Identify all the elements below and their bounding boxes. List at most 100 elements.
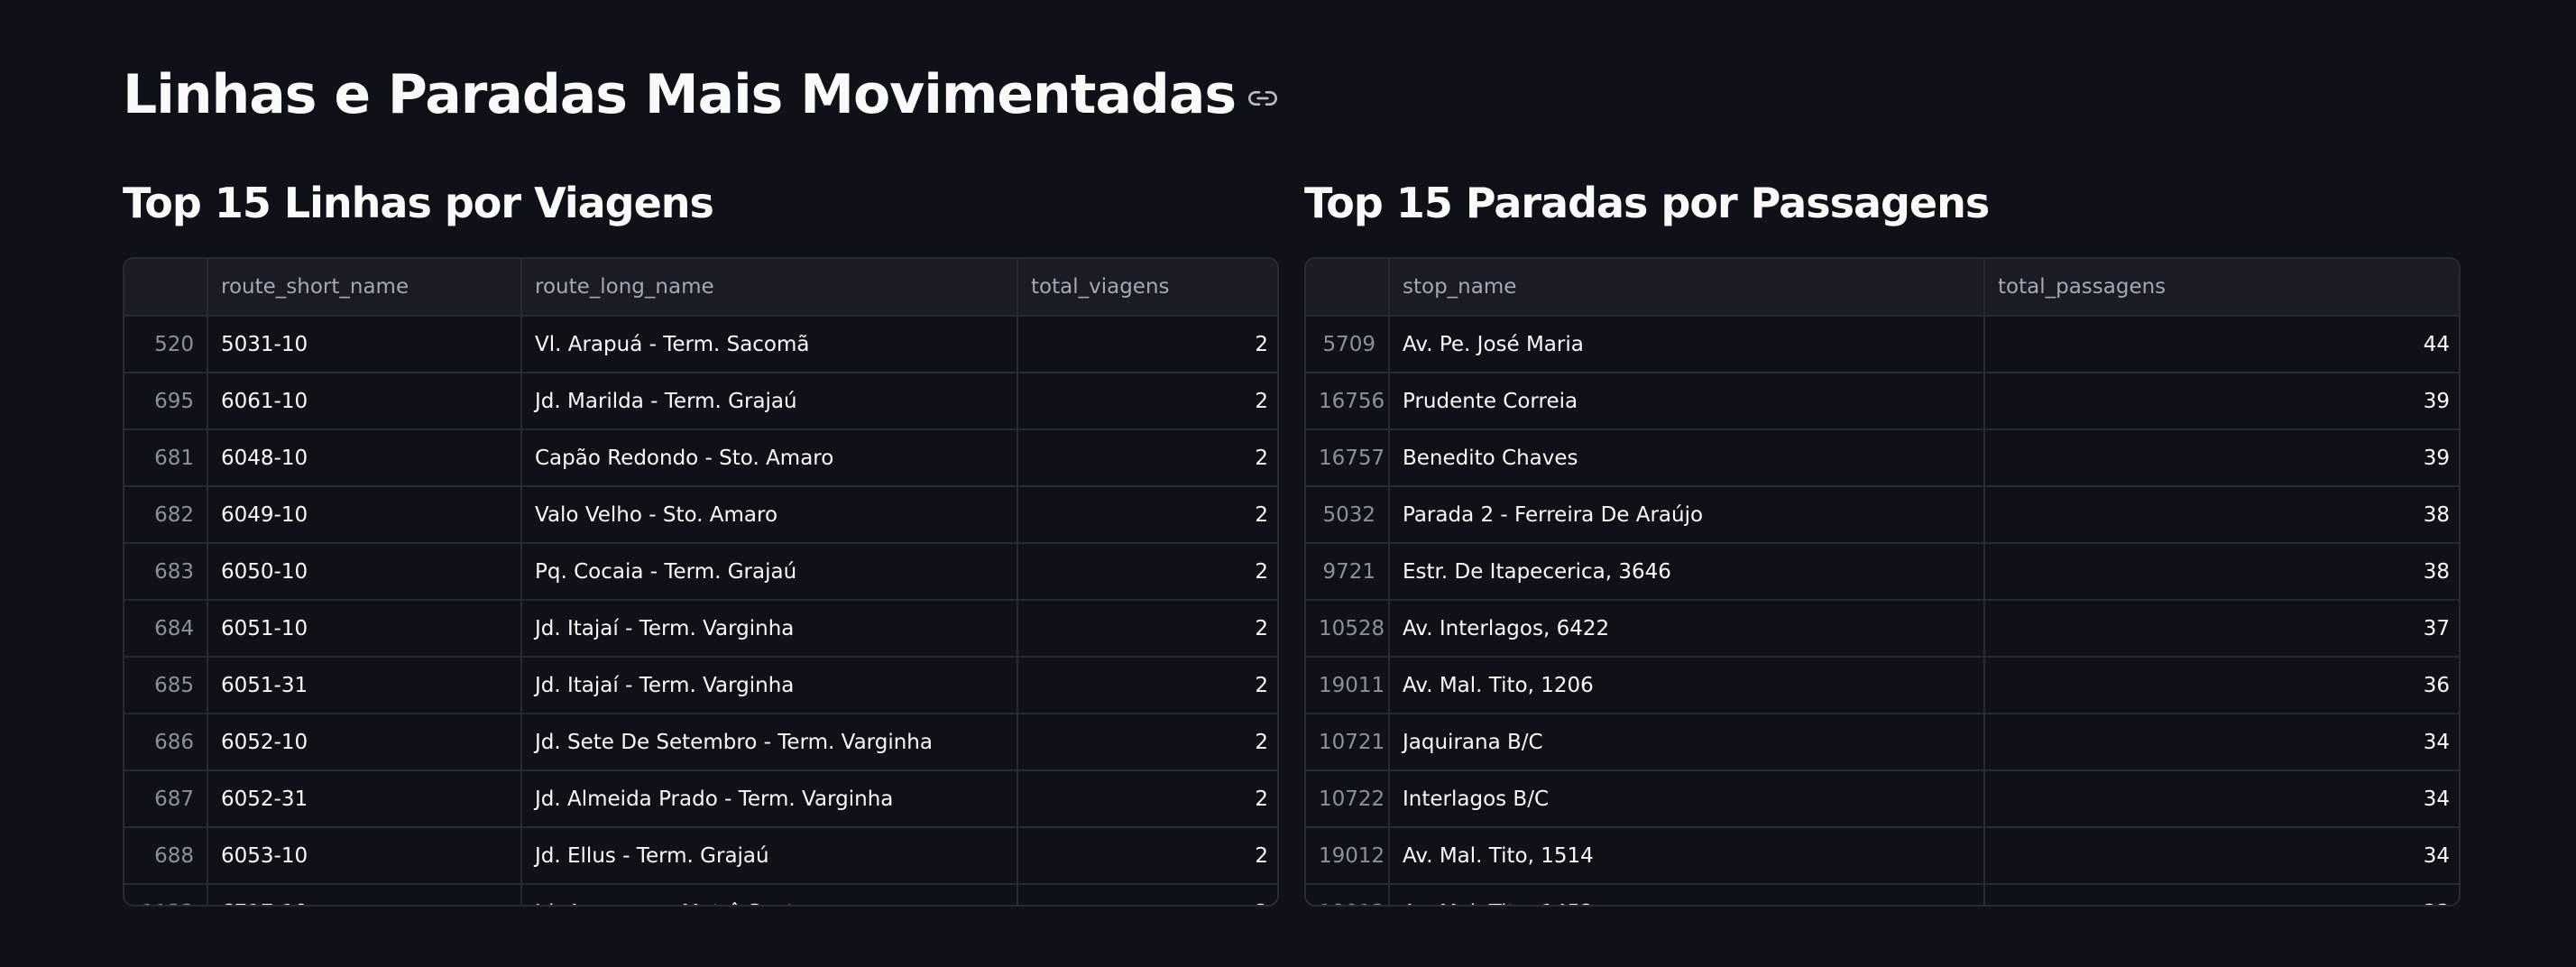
row-index[interactable]: 16756 — [1306, 373, 1390, 430]
route-long-name-header[interactable]: route_long_name — [521, 259, 1018, 317]
total-passagens-cell[interactable]: 37 — [1984, 600, 2459, 658]
total-viagens-cell[interactable]: 2 — [1017, 373, 1277, 430]
row-index[interactable]: 5709 — [1306, 316, 1390, 373]
stop-name-cell[interactable]: Parada 2 - Ferreira De Araújo — [1389, 486, 1985, 544]
stops-table-row[interactable]: 19013Av. Mal. Tito, 145233 — [1306, 884, 2459, 905]
routes-table-row[interactable]: 684 6051-10 Jd. Itajaí - Term. Varginha 2 — [124, 600, 1277, 658]
row-index[interactable]: 685 — [124, 657, 208, 714]
routes-table-row[interactable]: 681 6048-10 Capão Redondo - Sto. Amaro 2 — [124, 429, 1277, 487]
row-index[interactable]: 16757 — [1306, 429, 1390, 487]
row-index[interactable]: 520 — [124, 316, 208, 373]
row-index[interactable]: 1133 — [124, 884, 208, 905]
row-index[interactable]: 683 — [124, 543, 208, 601]
stop-name-cell[interactable]: Interlagos B/C — [1389, 770, 1985, 828]
row-index[interactable]: 9721 — [1306, 543, 1390, 601]
stops-table-row[interactable]: 16757 Benedito Chaves 39 — [1306, 429, 2459, 487]
route-short-name-cell[interactable]: 6049-10 — [207, 486, 522, 544]
total-viagens-cell[interactable]: 2 — [1017, 714, 1277, 771]
total-passagens-cell[interactable]: 33 — [1984, 884, 2459, 905]
route-long-name-cell[interactable]: Jd. Itajaí - Term. Varginha — [521, 600, 1018, 658]
stop-name-cell[interactable]: Jaquirana B/C — [1389, 714, 1985, 771]
total-passagens-cell[interactable]: 34 — [1984, 770, 2459, 828]
routes-table-row[interactable]: 686 6052-10 Jd. Sete De Setembro - Term. V… — [124, 714, 1277, 771]
total-viagens-header[interactable]: total_viagens — [1017, 259, 1277, 317]
route-short-name-cell[interactable]: 6717-10 — [207, 884, 522, 905]
routes-table-row[interactable]: 687 6052-31 Jd. Almeida Prado - Term. Varg… — [124, 770, 1277, 828]
routes-table-row[interactable]: 685 6051-31 Jd. Itajaí - Term. Varginha 2 — [124, 657, 1277, 714]
stop-name-cell[interactable]: Estr. De Itapecerica, 3646 — [1389, 543, 1985, 601]
route-long-name-cell[interactable]: Pq. Cocaia - Term. Grajaú — [521, 543, 1018, 601]
total-viagens-cell[interactable]: 2 — [1017, 770, 1277, 828]
route-short-name-header[interactable]: route_short_name — [207, 259, 522, 317]
row-index[interactable]: 10721 — [1306, 714, 1390, 771]
row-index[interactable]: 682 — [124, 486, 208, 544]
stops-table-row[interactable]: 10722 Interlagos B/C 34 — [1306, 770, 2459, 828]
route-long-name-cell[interactable]: Valo Velho - Sto. Amaro — [521, 486, 1018, 544]
route-long-name-cell[interactable]: Jd. Ellus - Term. Grajaú — [521, 827, 1018, 885]
total-viagens-cell[interactable]: 2 — [1017, 657, 1277, 714]
stop-name-cell[interactable]: Av. Mal. Tito, 1452 — [1389, 884, 1985, 905]
total-viagens-cell[interactable]: 2 — [1017, 600, 1277, 658]
stops-table-row[interactable]: 5032 Parada 2 - Ferreira De Araújo 38 — [1306, 486, 2459, 544]
stop-name-cell[interactable]: Benedito Chaves — [1389, 429, 1985, 487]
total-viagens-cell[interactable]: 2 — [1017, 486, 1277, 544]
total-viagens-cell[interactable]: 2 — [1017, 429, 1277, 487]
stops-table-row[interactable]: 19012 Av. Mal. Tito, 1514 34 — [1306, 827, 2459, 885]
routes-table-row[interactable]: 520 5031-10 Vl. Arapuá - Term. Sacomã 2 — [124, 316, 1277, 373]
total-passagens-cell[interactable]: 38 — [1984, 486, 2459, 544]
route-short-name-cell[interactable]: 6051-31 — [207, 657, 522, 714]
stops-table-row[interactable]: 19011 Av. Mal. Tito, 1206 36 — [1306, 657, 2459, 714]
row-index[interactable]: 686 — [124, 714, 208, 771]
total-passagens-cell[interactable]: 36 — [1984, 657, 2459, 714]
row-index[interactable]: 687 — [124, 770, 208, 828]
route-short-name-cell[interactable]: 6048-10 — [207, 429, 522, 487]
row-index[interactable]: 19011 — [1306, 657, 1390, 714]
stop-name-cell[interactable]: Av. Mal. Tito, 1206 — [1389, 657, 1985, 714]
row-index[interactable]: 5032 — [1306, 486, 1390, 544]
route-short-name-cell[interactable]: 6052-10 — [207, 714, 522, 771]
row-index[interactable]: 10528 — [1306, 600, 1390, 658]
total-passagens-cell[interactable]: 38 — [1984, 543, 2459, 601]
row-index[interactable]: 684 — [124, 600, 208, 658]
row-index[interactable]: 695 — [124, 373, 208, 430]
stop-name-cell[interactable]: Av. Pe. José Maria — [1389, 316, 1985, 373]
total-viagens-cell[interactable]: 2 — [1017, 827, 1277, 885]
routes-table-row[interactable]: 682 6049-10 Valo Velho - Sto. Amaro 2 — [124, 486, 1277, 544]
stop-name-cell[interactable]: Av. Mal. Tito, 1514 — [1389, 827, 1985, 885]
routes-table-row[interactable]: 683 6050-10 Pq. Cocaia - Term. Grajaú 2 — [124, 543, 1277, 601]
route-long-name-cell[interactable]: Jd. Marilda - Term. Grajaú — [521, 373, 1018, 430]
row-index[interactable]: 681 — [124, 429, 208, 487]
stop-name-header[interactable]: stop_name — [1389, 259, 1985, 317]
route-short-name-cell[interactable]: 6061-10 — [207, 373, 522, 430]
stop-name-cell[interactable]: Prudente Correia — [1389, 373, 1985, 430]
stops-table[interactable]: stop_name total_passagens 5709 Av. Pe. Jo… — [1304, 257, 2461, 907]
route-long-name-cell[interactable]: Capão Redondo - Sto. Amaro — [521, 429, 1018, 487]
total-passagens-header[interactable]: total_passagens — [1984, 259, 2459, 317]
link-icon[interactable] — [1248, 84, 1278, 113]
stops-table-row[interactable]: 10721 Jaquirana B/C 34 — [1306, 714, 2459, 771]
stops-table-row[interactable]: 10528 Av. Interlagos, 6422 37 — [1306, 600, 2459, 658]
total-passagens-cell[interactable]: 44 — [1984, 316, 2459, 373]
route-short-name-cell[interactable]: 5031-10 — [207, 316, 522, 373]
route-short-name-cell[interactable]: 6050-10 — [207, 543, 522, 601]
route-long-name-cell[interactable]: Vl. Arapuá - Term. Sacomã — [521, 316, 1018, 373]
stops-table-row[interactable]: 9721 Estr. De Itapecerica, 3646 38 — [1306, 543, 2459, 601]
route-short-name-cell[interactable]: 6051-10 — [207, 600, 522, 658]
route-long-name-cell[interactable]: Jd. Itajaí - Term. Varginha — [521, 657, 1018, 714]
route-short-name-cell[interactable]: 6052-31 — [207, 770, 522, 828]
total-viagens-cell[interactable]: 2 — [1017, 316, 1277, 373]
total-passagens-cell[interactable]: 34 — [1984, 714, 2459, 771]
routes-table-row[interactable]: 688 6053-10 Jd. Ellus - Term. Grajaú 2 — [124, 827, 1277, 885]
routes-index-header[interactable] — [124, 259, 208, 317]
routes-table-row[interactable]: 11336717-10Jd. Aracoara - Metrô Santana2 — [124, 884, 1277, 905]
routes-table[interactable]: route_short_name route_long_name total_v… — [123, 257, 1279, 907]
route-long-name-cell[interactable]: Jd. Sete De Setembro - Term. Varginha — [521, 714, 1018, 771]
total-viagens-cell[interactable]: 2 — [1017, 543, 1277, 601]
total-passagens-cell[interactable]: 39 — [1984, 429, 2459, 487]
routes-table-row[interactable]: 695 6061-10 Jd. Marilda - Term. Grajaú 2 — [124, 373, 1277, 430]
route-long-name-cell[interactable]: Jd. Aracoara - Metrô Santana — [521, 884, 1018, 905]
total-passagens-cell[interactable]: 34 — [1984, 827, 2459, 885]
row-index[interactable]: 10722 — [1306, 770, 1390, 828]
row-index[interactable]: 19012 — [1306, 827, 1390, 885]
route-long-name-cell[interactable]: Jd. Almeida Prado - Term. Varginha — [521, 770, 1018, 828]
